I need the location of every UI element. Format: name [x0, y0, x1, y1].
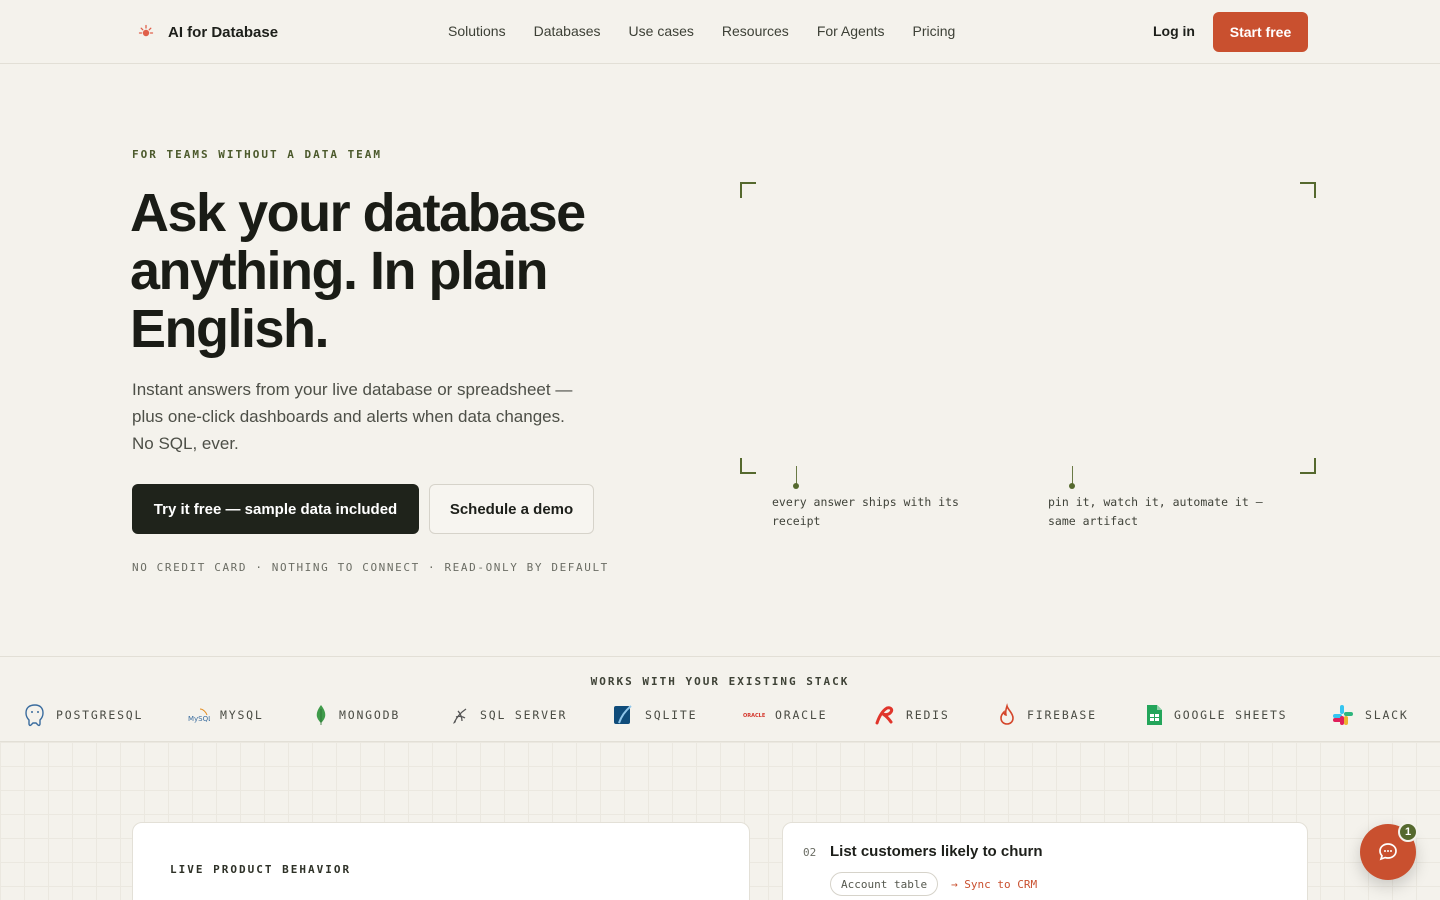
redis-icon: [875, 706, 894, 725]
nav-for-agents[interactable]: For Agents: [817, 23, 885, 39]
sqlite-icon: [614, 705, 632, 724]
integration-label: MONGODB: [339, 708, 401, 722]
integration-mongodb[interactable]: MONGODB: [313, 703, 400, 727]
hero-fineprint: NO CREDIT CARD · NOTHING TO CONNECT · RE…: [132, 561, 609, 574]
login-link[interactable]: Log in: [1153, 23, 1195, 39]
try-free-button[interactable]: Try it free — sample data included: [132, 484, 419, 534]
annotation-pin-dot: [793, 483, 799, 489]
integrations-title: WORKS WITH YOUR EXISTING STACK: [590, 675, 850, 688]
frame-corner-top-left: [740, 182, 756, 198]
integration-sql-server[interactable]: SQL SERVER: [450, 703, 567, 727]
hero-subtitle: Instant answers from your live database …: [132, 380, 573, 453]
nav-pricing[interactable]: Pricing: [913, 23, 956, 39]
frame-corner-top-right: [1300, 182, 1316, 198]
sql-server-icon: [453, 708, 467, 724]
integration-label: FIREBASE: [1027, 708, 1097, 722]
churn-query-card[interactable]: 02 List customers likely to churn Accoun…: [782, 822, 1308, 900]
nav-solutions[interactable]: Solutions: [448, 23, 506, 39]
integrations-band: WORKS WITH YOUR EXISTING STACK POSTGRESQ…: [0, 656, 1440, 742]
account-table-tag[interactable]: Account table: [830, 872, 939, 896]
svg-text:MySQL: MySQL: [188, 715, 210, 723]
sun-logo-icon: [134, 20, 158, 44]
main-nav: Solutions Databases Use cases Resources …: [448, 23, 983, 39]
frame-corner-bottom-left: [740, 458, 756, 474]
mongodb-icon: [316, 705, 326, 725]
postgresql-icon: [25, 704, 44, 727]
live-product-card: LIVE PRODUCT BEHAVIOR: [132, 822, 750, 900]
oracle-icon: ORACLE: [743, 713, 765, 719]
nav-use-cases[interactable]: Use cases: [629, 23, 694, 39]
annotation-automate: pin it, watch it, automate it — same art…: [1048, 495, 1263, 528]
integration-firebase[interactable]: FIREBASE: [997, 703, 1097, 727]
top-nav: AI for Database Solutions Databases Use …: [0, 0, 1440, 64]
card-kicker: LIVE PRODUCT BEHAVIOR: [170, 863, 352, 876]
hero-eyebrow: FOR TEAMS WITHOUT A DATA TEAM: [132, 148, 383, 161]
slack-icon: [1333, 705, 1353, 725]
integration-postgresql[interactable]: POSTGRESQL: [24, 703, 143, 727]
integration-mysql[interactable]: MySQL MYSQL: [188, 703, 264, 727]
integration-label: SQLITE: [645, 708, 698, 722]
schedule-demo-button[interactable]: Schedule a demo: [429, 484, 594, 534]
integration-label: POSTGRESQL: [56, 708, 144, 722]
mysql-icon: MySQL: [188, 708, 210, 723]
annotation-receipt: every answer ships with its receipt: [772, 495, 959, 528]
chat-bubble-icon: [1379, 843, 1397, 861]
integration-label: SLACK: [1365, 708, 1409, 722]
integration-label: SQL SERVER: [480, 708, 568, 722]
svg-text:ORACLE: ORACLE: [743, 713, 765, 719]
start-free-button[interactable]: Start free: [1213, 12, 1308, 52]
integration-google-sheets[interactable]: GOOGLE SHEETS: [1144, 703, 1287, 727]
integration-label: ORACLE: [775, 708, 828, 722]
google-sheets-icon: [1147, 705, 1162, 725]
frame-corner-bottom-right: [1300, 458, 1316, 474]
sync-to-crm-action[interactable]: → Sync to CRM: [951, 878, 1037, 891]
chat-unread-badge: 1: [1398, 822, 1418, 842]
nav-resources[interactable]: Resources: [722, 23, 789, 39]
annotation-pin-dot: [1069, 483, 1075, 489]
integration-sqlite[interactable]: SQLITE: [613, 703, 697, 727]
integration-redis[interactable]: REDIS: [874, 703, 950, 727]
integration-label: REDIS: [906, 708, 950, 722]
nav-databases[interactable]: Databases: [534, 23, 601, 39]
card-title: List customers likely to churn: [830, 843, 1043, 860]
card-step-number: 02: [803, 846, 817, 859]
integration-label: GOOGLE SHEETS: [1174, 708, 1288, 722]
integration-oracle[interactable]: ORACLE ORACLE: [743, 703, 827, 727]
firebase-icon: [1000, 703, 1014, 725]
integration-label: MYSQL: [220, 708, 264, 722]
integration-slack[interactable]: SLACK: [1331, 703, 1409, 727]
brand[interactable]: AI for Database: [134, 20, 278, 44]
brand-name: AI for Database: [168, 23, 279, 41]
hero-title: Ask your database anything. In plain Eng…: [130, 183, 586, 359]
